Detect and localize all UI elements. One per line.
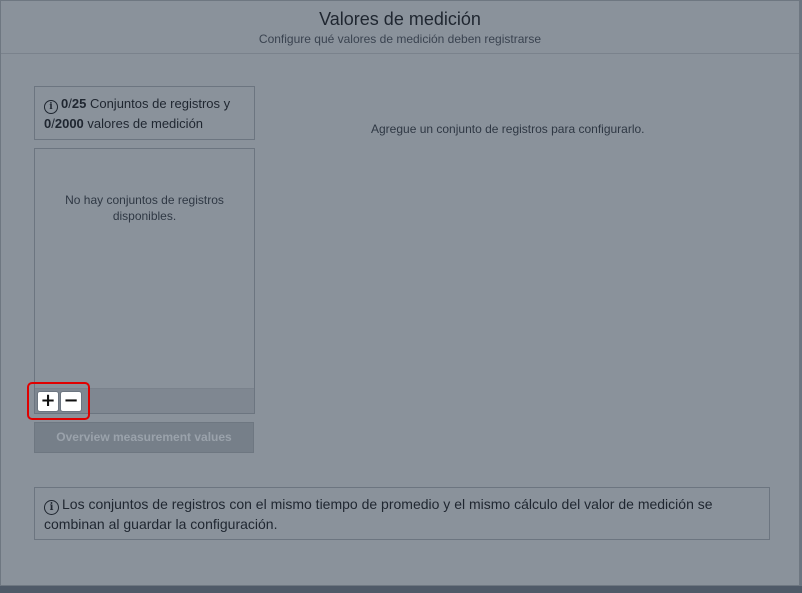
measurement-values-dialog: Valores de medición Configure qué valore… — [0, 0, 800, 586]
bottom-bar — [0, 586, 802, 593]
info-footer: i Los conjuntos de registros con el mismo… — [34, 487, 770, 540]
dialog-subtitle: Configure qué valores de medición deben … — [258, 32, 542, 46]
values-label: valores de medición — [87, 116, 204, 131]
info-footer-text: Los conjuntos de registros con el mismo … — [44, 496, 713, 532]
values-max: 2000 — [54, 116, 84, 131]
empty-list-message: No hay conjuntos de registros disponible… — [65, 193, 224, 223]
sets-label: Conjuntos de registros y — [89, 96, 231, 111]
record-set-counter: i 0/25 Conjuntos de registros y 0/2000 va… — [34, 86, 255, 140]
add-remove-button-group: + − — [27, 382, 90, 420]
dialog-header: Valores de medición Configure qué valore… — [1, 1, 799, 54]
remove-record-set-button[interactable]: − — [60, 391, 82, 412]
sets-max: 25 — [71, 96, 87, 111]
info-icon: i — [44, 500, 59, 515]
configure-hint: Agregue un conjunto de registros para co… — [371, 122, 645, 136]
dialog-title: Valores de medición — [319, 9, 481, 29]
add-record-set-button[interactable]: + — [37, 391, 59, 412]
overview-measurement-values-button[interactable]: Overview measurement values — [34, 422, 254, 453]
info-icon: i — [44, 100, 58, 114]
record-set-list[interactable]: No hay conjuntos de registros disponible… — [34, 148, 255, 414]
